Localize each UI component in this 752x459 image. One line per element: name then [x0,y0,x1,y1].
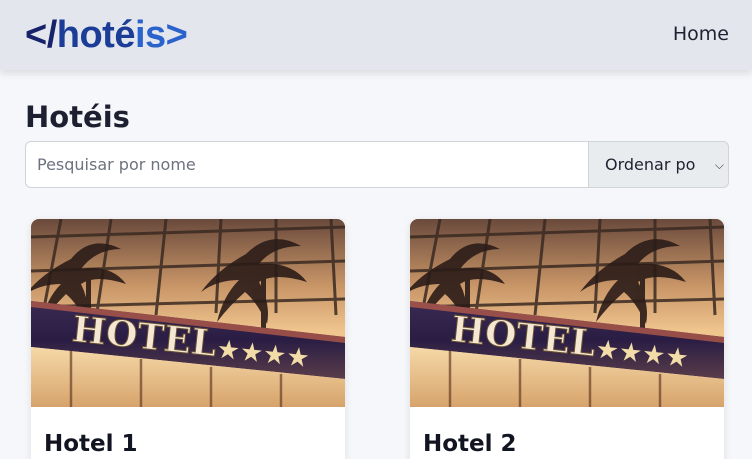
hotel-image: HOTEL ★★★★ [410,219,724,407]
search-input[interactable] [25,141,588,188]
navbar: </hotéis> Home [0,0,752,70]
hotel-name: Hotel 1 [44,431,138,457]
logo-part-1: </ [25,14,57,56]
site-logo[interactable]: </hotéis> [25,14,188,56]
hotel-name: Hotel 2 [423,431,517,457]
sort-select[interactable]: Ordenar po ⌵ [588,141,729,188]
search-sort-group: Ordenar po ⌵ [25,141,729,188]
chevron-down-icon: ⌵ [712,154,724,176]
hotel-image: HOTEL ★★★★ [31,219,345,407]
page-title: Hotéis [25,100,130,134]
logo-part-2: hoté [56,14,136,56]
sort-select-label: Ordenar po [605,155,696,174]
logo-part-3: is> [134,14,188,56]
hotel-card[interactable]: HOTEL ★★★★ Hotel 1 [31,219,345,459]
hotel-card[interactable]: HOTEL ★★★★ Hotel 2 [410,219,724,459]
nav-home-link[interactable]: Home [673,22,729,46]
